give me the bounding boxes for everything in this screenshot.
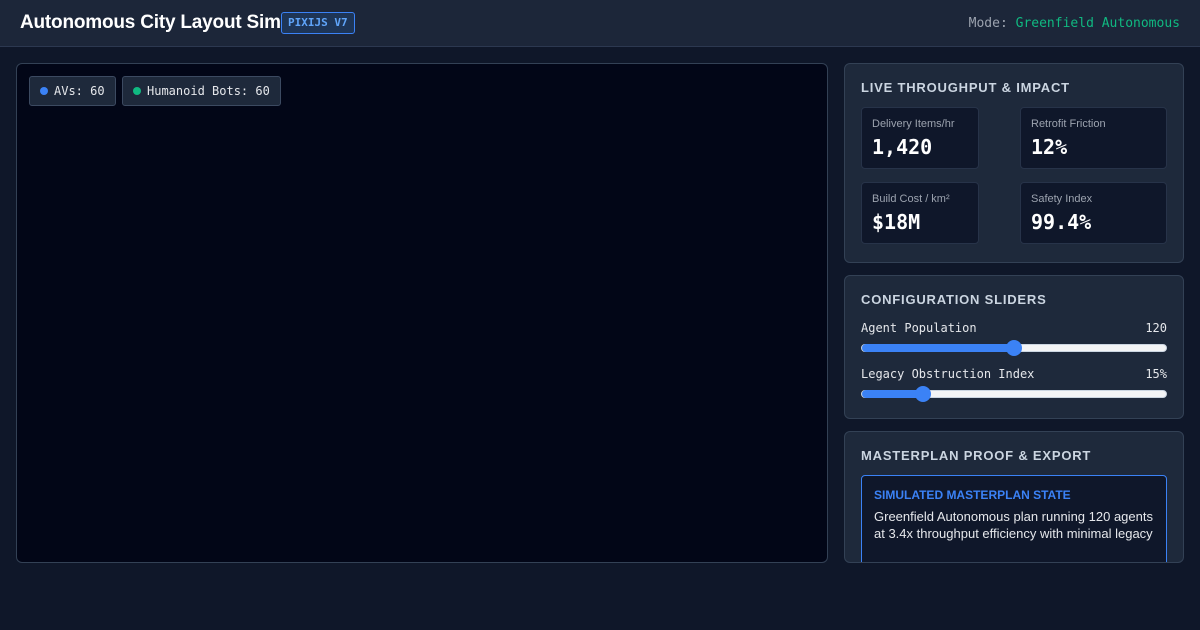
slider-thumb[interactable] — [914, 386, 931, 402]
agent-population-slider[interactable] — [861, 340, 1167, 356]
avs-dot-icon — [40, 87, 48, 95]
mode-value: Greenfield Autonomous — [1015, 16, 1180, 31]
legend-bots-label: Humanoid Bots: 60 — [147, 84, 270, 98]
live-throughput-panel: LIVE THROUGHPUT & IMPACT Delivery Items/… — [844, 63, 1184, 263]
app-header: Autonomous City Layout Sim PIXIJS V7 Mod… — [0, 0, 1200, 47]
slider-value: 15% — [1145, 367, 1167, 381]
stat-label: Delivery Items/hr — [872, 118, 955, 130]
stat-value: $18M — [872, 210, 921, 234]
stat-card-retrofit: Retrofit Friction 12% — [1020, 107, 1167, 169]
stat-value: 1,420 — [872, 135, 933, 159]
simulation-canvas[interactable]: AVs: 60 Humanoid Bots: 60 — [16, 63, 828, 563]
slider-label: Agent Population — [861, 321, 977, 335]
app-title: Autonomous City Layout Sim — [20, 12, 281, 33]
mode-label: Mode: — [968, 16, 1008, 31]
engine-badge: PIXIJS V7 — [281, 12, 355, 34]
masterplan-state-box: SIMULATED MASTERPLAN STATE Greenfield Au… — [861, 475, 1167, 562]
slider-thumb[interactable] — [1006, 340, 1022, 356]
panel-title: CONFIGURATION SLIDERS — [861, 292, 1047, 307]
stat-value: 12% — [1031, 135, 1068, 159]
panel-title: MASTERPLAN PROOF & EXPORT — [861, 448, 1092, 463]
stat-label: Build Cost / km² — [872, 193, 950, 205]
legend-avs-label: AVs: 60 — [54, 84, 105, 98]
stat-value: 99.4% — [1031, 210, 1092, 234]
legacy-obstruction-slider[interactable] — [861, 386, 1167, 402]
slider-value: 120 — [1145, 321, 1167, 335]
slider-fill — [862, 390, 923, 398]
masterplan-state-text: Greenfield Autonomous plan running 120 a… — [874, 509, 1153, 541]
stat-card-delivery: Delivery Items/hr 1,420 — [861, 107, 979, 169]
stat-label: Safety Index — [1031, 193, 1093, 205]
bots-dot-icon — [133, 87, 141, 95]
masterplan-state-heading: SIMULATED MASTERPLAN STATE — [874, 488, 1071, 502]
legend-chip-humanoid-bots: Humanoid Bots: 60 — [122, 76, 281, 106]
masterplan-export-panel: MASTERPLAN PROOF & EXPORT SIMULATED MAST… — [844, 431, 1184, 563]
mode-indicator: Mode: Greenfield Autonomous — [969, 16, 1180, 31]
stat-card-build-cost: Build Cost / km² $18M — [861, 182, 979, 244]
stat-card-safety: Safety Index 99.4% — [1020, 182, 1167, 244]
legend-chip-avs: AVs: 60 — [29, 76, 116, 106]
slider-label: Legacy Obstruction Index — [861, 367, 1035, 381]
panel-title: LIVE THROUGHPUT & IMPACT — [861, 80, 1070, 95]
configuration-panel: CONFIGURATION SLIDERS Agent Population 1… — [844, 275, 1184, 419]
slider-fill — [862, 344, 1014, 352]
stat-label: Retrofit Friction — [1031, 118, 1106, 130]
